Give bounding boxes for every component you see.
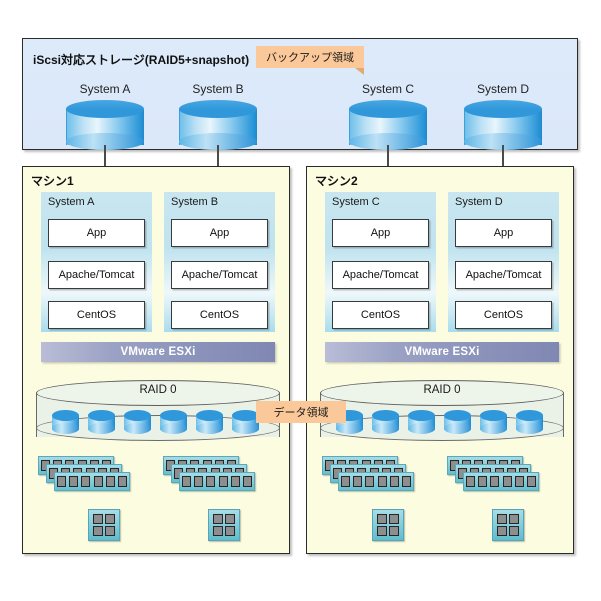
data-area-tag: データ領域 (256, 401, 346, 423)
ram-chip (526, 476, 536, 487)
ram-chip (81, 476, 91, 487)
cpu-core (497, 514, 507, 524)
ram-chip (194, 476, 204, 487)
hypervisor-bar-2: VMware ESXi (325, 342, 559, 362)
ram-chip (365, 476, 375, 487)
ram-chip (389, 476, 399, 487)
raid-member-disk (444, 410, 471, 436)
ram-chip (218, 476, 228, 487)
system-a-layer-apache-tomcat: Apache/Tomcat (48, 261, 145, 289)
cylinder-top (179, 100, 257, 118)
ram-stack-2a (322, 456, 414, 492)
system-d-layer-apache-tomcat: Apache/Tomcat (455, 261, 552, 289)
system-c-layer-centos: CentOS (332, 301, 429, 329)
system-panel-b-name: System B (171, 196, 219, 208)
cpu-core (225, 514, 235, 524)
cpu-core (93, 514, 103, 524)
raid-array-1: RAID 0 (36, 380, 280, 442)
ram-chip (105, 476, 115, 487)
cpu-core (105, 526, 115, 536)
ram-chip (182, 476, 191, 487)
system-panel-d-name: System D (455, 196, 503, 208)
cpu-core (225, 526, 235, 536)
storage-disk-label-a: System A (79, 82, 131, 96)
system-d-layer-centos: CentOS (455, 301, 552, 329)
hypervisor-bar-1: VMware ESXi (41, 342, 275, 362)
ram-chip (230, 476, 240, 487)
raid-member-disk (480, 410, 507, 436)
system-b-layer-app: App (171, 219, 268, 247)
cpu-icon-2a (372, 509, 404, 541)
ram-chip (69, 476, 79, 487)
raid-member-disk (408, 410, 435, 436)
system-a-layer-centos: CentOS (48, 301, 145, 329)
raid-member-disk (160, 410, 187, 436)
cpu-core (509, 514, 519, 524)
ram-chip (93, 476, 103, 487)
ram-chip (57, 476, 66, 487)
ram-module (463, 472, 539, 491)
raid-member-disk (232, 410, 259, 436)
cpu-core (497, 526, 507, 536)
ram-chip (377, 476, 387, 487)
backup-area-tag: バックアップ領域 (256, 46, 364, 75)
ram-chip (490, 476, 500, 487)
system-panel-c-name: System C (332, 196, 380, 208)
ram-chip (466, 476, 475, 487)
raid-member-disk (124, 410, 151, 436)
cpu-core (509, 526, 519, 536)
cylinder-top (464, 100, 542, 118)
raid-member-disk (372, 410, 399, 436)
system-c-layer-apache-tomcat: Apache/Tomcat (332, 261, 429, 289)
cpu-core (213, 514, 223, 524)
raid-member-disk (196, 410, 223, 436)
ram-stack-1b (163, 456, 255, 492)
ram-chip (206, 476, 216, 487)
ram-chip (502, 476, 512, 487)
raid-member-disk (516, 410, 543, 436)
ram-module (54, 472, 130, 491)
raid-member-disk (88, 410, 115, 436)
ram-module (338, 472, 414, 491)
cpu-icon-1a (88, 509, 120, 541)
ram-chip (353, 476, 363, 487)
raid-array-2: RAID 0 (320, 380, 564, 442)
machine-title-1: マシン1 (31, 174, 74, 188)
system-b-layer-centos: CentOS (171, 301, 268, 329)
storage-disk-label-d: System D (476, 82, 529, 96)
cpu-icon-1b (208, 509, 240, 541)
system-d-layer-app: App (455, 219, 552, 247)
storage-disk-label-c: System C (361, 82, 414, 96)
system-a-layer-app: App (48, 219, 145, 247)
ram-chip (401, 476, 411, 487)
cpu-core (93, 526, 103, 536)
ram-chip (478, 476, 488, 487)
ram-chip (117, 476, 127, 487)
raid-label-1: RAID 0 (139, 384, 177, 396)
system-c-layer-app: App (332, 219, 429, 247)
ram-stack-2b (447, 456, 539, 492)
storage-disk-label-b: System B (192, 82, 244, 96)
ram-chip (341, 476, 350, 487)
system-b-layer-apache-tomcat: Apache/Tomcat (171, 261, 268, 289)
raid-member-disk (52, 410, 79, 436)
raid-label-2: RAID 0 (423, 384, 461, 396)
cylinder-top (349, 100, 427, 118)
system-panel-a-name: System A (48, 196, 95, 208)
ram-chip (514, 476, 524, 487)
cpu-core (377, 526, 387, 536)
cpu-core (105, 514, 115, 524)
ram-module (179, 472, 255, 491)
diagram-canvas: iScsi対応ストレージ(RAID5+snapshot) バックアップ領域 Sy… (0, 0, 601, 601)
cpu-core (213, 526, 223, 536)
cpu-core (389, 514, 399, 524)
ram-chip (242, 476, 252, 487)
ram-stack-1a (38, 456, 130, 492)
iscsi-storage-title: iScsi対応ストレージ(RAID5+snapshot) (33, 53, 250, 67)
cylinder-top (66, 100, 144, 118)
machine-title-2: マシン2 (315, 174, 358, 188)
cpu-icon-2b (492, 509, 524, 541)
cpu-core (377, 514, 387, 524)
cpu-core (389, 526, 399, 536)
